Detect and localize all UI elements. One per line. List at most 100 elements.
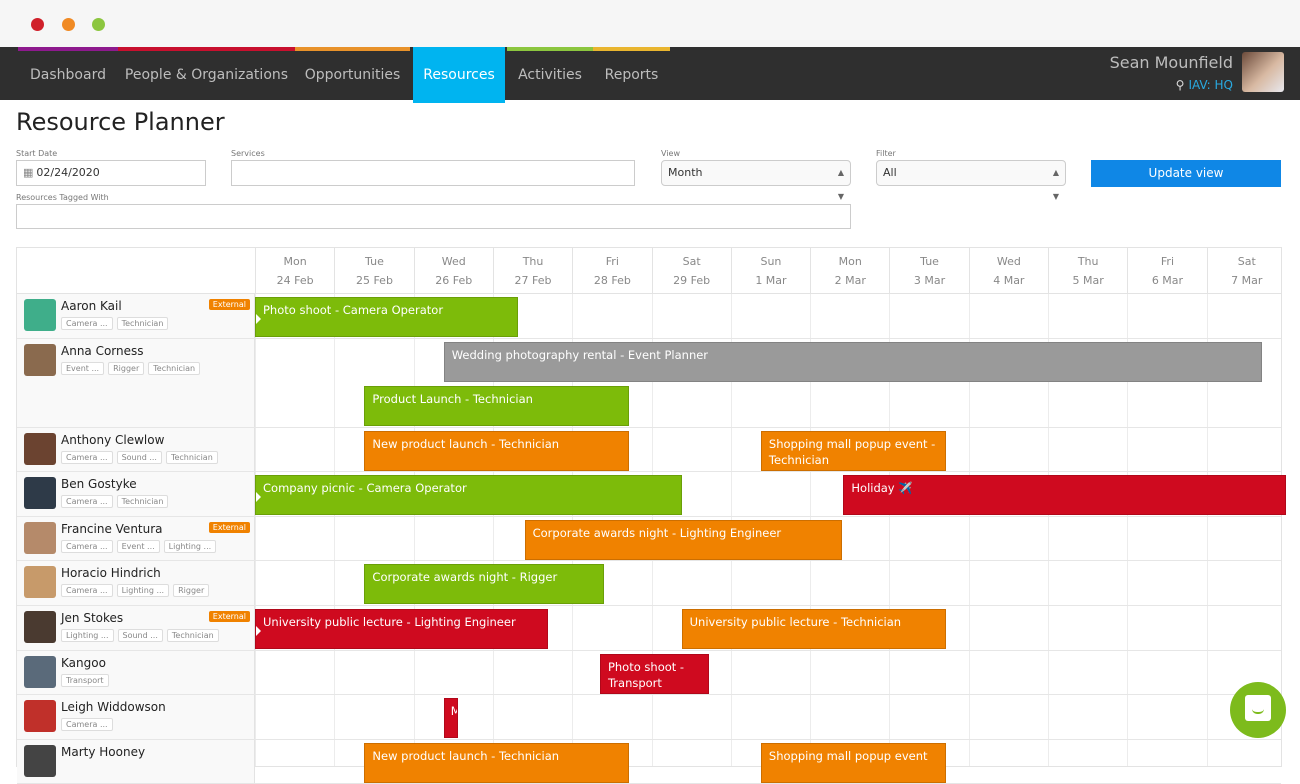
booking-bar[interactable]: New product launch - Technician [364,430,630,471]
close-window-dot[interactable] [31,18,44,31]
services-label: Services [231,149,265,158]
maximize-window-dot[interactable] [92,18,105,31]
day-of-week: Fri [1160,255,1174,268]
skill-tag: Camera ... [61,718,113,732]
resource-label[interactable]: Leigh Widdowson Camera ... [17,695,255,739]
select-arrows-icon: ▲ ▼ [837,168,844,201]
resource-row: Aaron Kail Camera ... Technician External Ph… [17,294,1281,339]
page-title: Resource Planner [16,108,225,136]
minimize-window-dot[interactable] [62,18,75,31]
day-of-week: Mon [283,255,307,268]
booking-bar[interactable]: Product Launch - Technician [364,385,630,426]
booking-bar[interactable]: Shopping mall popup event [760,742,947,783]
booking-title: Holiday ✈️ [851,481,913,496]
resource-name[interactable]: Horacio Hindrich [61,566,161,580]
tagged-input[interactable] [16,204,851,229]
booking-title: University public lecture - Technician [689,615,902,629]
view-select[interactable]: Month ▲ ▼ [661,160,851,201]
resource-tags: Camera ... [61,718,113,732]
tagged-label: Resources Tagged With [16,193,109,202]
resource-label[interactable]: Kangoo Transport [17,650,255,695]
resource-label[interactable]: Anthony Clewlow Camera ... Sound ... Techni… [17,427,255,472]
booking-bar[interactable]: Me [443,698,458,739]
external-badge: External [208,299,250,310]
nav-item-reports[interactable]: Reports [593,47,670,100]
resource-label[interactable]: Aaron Kail Camera ... Technician External [17,294,255,338]
resource-row: Kangoo Transport Photo shoot - Transport [17,650,1281,696]
skill-tag: Transport [61,673,109,687]
day-date: 24 Feb [276,274,314,287]
booking-bar[interactable]: University public lecture - Lighting Eng… [255,609,549,649]
update-view-button[interactable]: Update view [1091,160,1281,187]
skill-tag: Lighting ... [61,629,114,642]
nav-item-label: Opportunities [304,67,401,83]
nav-item-label: Reports [604,67,659,83]
day-header: Sun 1 Mar [730,248,810,293]
nav-item-dashboard[interactable]: Dashboard [18,47,118,100]
nav-item-label: Activities [518,67,582,83]
booking-bar[interactable]: Corporate awards night - Lighting Engine… [524,519,842,560]
day-header: Tue 25 Feb [334,248,413,293]
booking-bar[interactable]: Shopping mall popup event - Technician [760,430,947,471]
continues-arrow-icon [256,314,261,324]
location-label: IAV: HQ [1188,78,1233,92]
resource-name[interactable]: Francine Ventura [61,522,163,536]
services-input[interactable] [231,160,635,186]
skill-tag: Lighting ... [116,584,170,598]
booking-bar[interactable]: Photo shoot - Camera Operator [255,297,519,337]
nav-item-activities[interactable]: Activities [507,47,593,100]
nav-item-people-organizations[interactable]: People & Organizations [118,47,295,100]
resource-label[interactable]: Horacio Hindrich Camera ... Lighting ... Ri… [17,561,255,605]
chat-button[interactable] [1230,682,1286,738]
resource-label[interactable]: Anna Corness Event ... Rigger Technician [17,338,255,427]
booking-bar[interactable]: Wedding photography rental - Event Plann… [443,341,1263,382]
user-location[interactable]: ⚲ IAV: HQ [1176,78,1233,92]
start-date-value: 02/24/2020 [36,166,100,179]
resource-tags: Camera ... Lighting ... Rigger [61,584,210,598]
booking-bar[interactable]: University public lecture - Technician [681,609,947,649]
day-of-week: Fri [605,255,619,268]
resource-name[interactable]: Anthony Clewlow [61,433,164,447]
skill-tag: Technician [148,361,201,375]
booking-bar[interactable]: Company picnic - Camera Operator [255,475,682,516]
day-header: Sat 29 Feb [651,248,731,293]
resource-avatar [24,655,56,688]
location-pin-icon: ⚲ [1175,78,1185,92]
external-badge: External [208,521,250,533]
resource-row: Anna Corness Event ... Rigger Technician Wed… [17,338,1281,428]
resource-name[interactable]: Anna Corness [61,344,144,358]
day-of-week: Wed [441,255,466,268]
booking-bar[interactable]: New product launch - Technician [364,742,630,783]
user-name[interactable]: Sean Mounfield [1110,53,1233,72]
booking-bar[interactable]: Holiday ✈️ [843,475,1286,516]
start-date-input[interactable]: ▦ 02/24/2020 [16,160,206,186]
nav-item-resources[interactable]: Resources [413,47,505,103]
resource-name[interactable]: Aaron Kail [61,299,122,313]
booking-bar[interactable]: Corporate awards night - Rigger [364,564,604,605]
day-header: Thu 27 Feb [492,248,572,293]
booking-title: Photo shoot - Transport [607,659,685,690]
day-date: 2 Mar [834,274,866,287]
day-date: 6 Mar [1151,274,1184,287]
resource-name[interactable]: Leigh Widdowson [61,700,166,714]
nav-item-opportunities[interactable]: Opportunities [295,47,410,100]
day-of-week: Thu [522,255,544,268]
resource-label[interactable]: Ben Gostyke Camera ... Technician [17,472,255,516]
resource-name[interactable]: Kangoo [61,656,106,670]
resource-label[interactable]: Francine Ventura Camera ... Event ... Light… [17,516,255,561]
filter-select[interactable]: All ▲ ▼ [876,160,1066,201]
booking-bar[interactable]: Photo shoot - Transport [599,653,709,694]
resource-tags: Camera ... Event ... Lighting ... [61,539,217,553]
resource-label[interactable]: Jen Stokes Lighting ... Sound ... Technicia… [17,606,255,650]
day-header: Thu 5 Mar [1048,248,1127,293]
nav-accent-bar [593,47,670,51]
day-of-week: Wed [996,255,1021,268]
day-of-week: Thu [1077,255,1099,268]
resource-label[interactable]: Marty Hooney [17,739,255,784]
main-nav: Dashboard People & Organizations Opportuni… [0,47,1300,103]
resource-name[interactable]: Ben Gostyke [61,477,137,491]
resource-name[interactable]: Marty Hooney [61,745,145,759]
user-avatar[interactable] [1242,52,1284,92]
booking-title: Product Launch - Technician [372,391,533,406]
resource-name[interactable]: Jen Stokes [61,611,123,625]
